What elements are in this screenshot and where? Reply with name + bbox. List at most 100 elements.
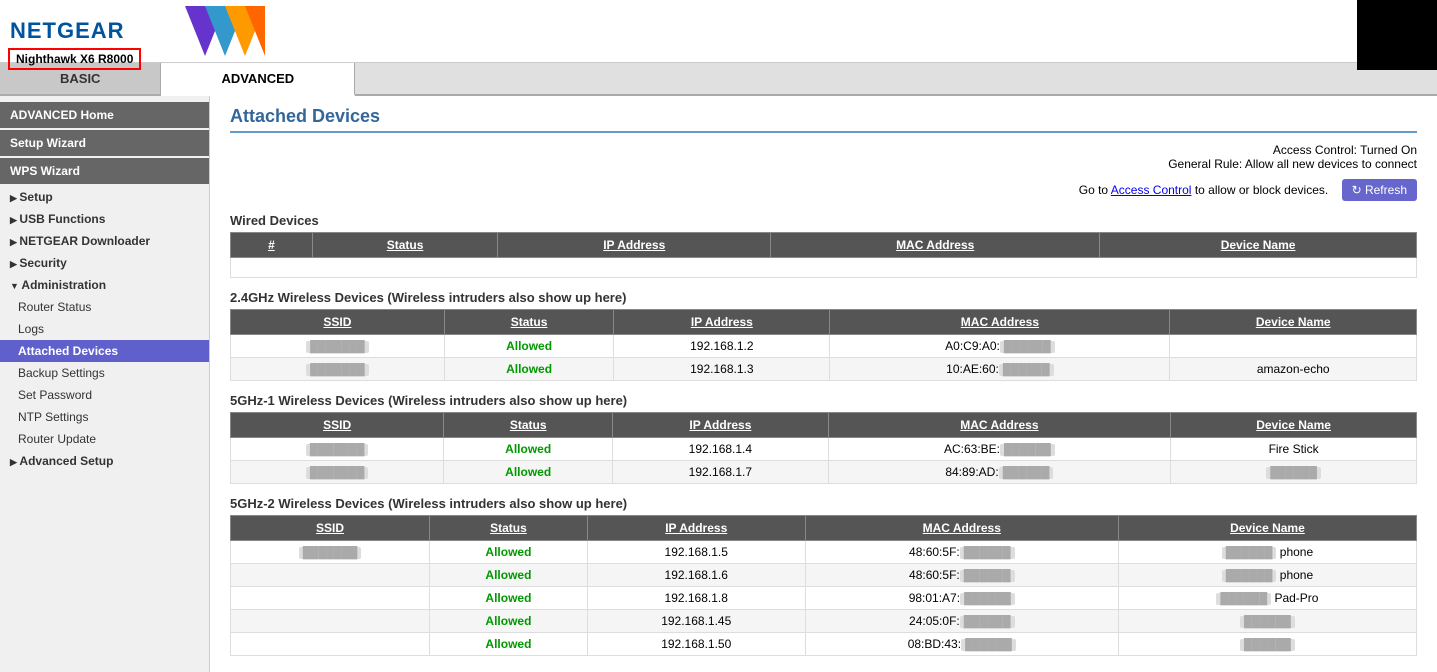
sidebar-item-ntp-settings[interactable]: NTP Settings [0,406,209,428]
refresh-label: Refresh [1365,183,1407,197]
logo-area: NETGEAR [10,18,125,44]
page-title: Attached Devices [230,106,1417,133]
cell-ssid: ███████ [231,335,445,358]
w5g2-col-mac: MAC Address [805,516,1118,541]
w5g1-col-mac: MAC Address [828,413,1171,438]
refresh-button[interactable]: ↻ Refresh [1342,179,1417,201]
sidebar-toggle-administration[interactable]: Administration [0,274,209,296]
cell-ssid: ███████ [231,438,444,461]
cell-device-name: ██████ Pad-Pro [1118,587,1416,610]
sidebar-item-router-status[interactable]: Router Status [0,296,209,318]
table-row: Allowed192.168.1.5008:BD:43:████████████ [231,633,1417,656]
wired-col-num: # [231,233,313,258]
cell-status: Allowed [430,633,588,656]
access-status-line1: Access Control: Turned On [1168,143,1417,157]
access-control-suffix: to allow or block devices. [1195,183,1328,197]
cell-status: Allowed [430,610,588,633]
cell-ssid: ███████ [231,461,444,484]
sidebar-toggle-setup[interactable]: Setup [0,186,209,208]
w5g2-col-ip: IP Address [587,516,805,541]
cell-ssid: ███████ [231,358,445,381]
cell-device-name: Fire Stick [1171,438,1417,461]
tab-bar: BASIC ADVANCED [0,63,1437,96]
sidebar-item-set-password[interactable]: Set Password [0,384,209,406]
wired-empty-row [231,258,1417,278]
w5g2-col-name: Device Name [1118,516,1416,541]
sidebar-toggle-security[interactable]: Security [0,252,209,274]
access-control-text: Go to [1079,183,1108,197]
header-black-box [1357,0,1437,70]
cell-mac: A0:C9:A0:██████ [830,335,1170,358]
top-bar: Access Control: Turned On General Rule: … [230,143,1417,171]
cell-ssid: ███████ [231,541,430,564]
table-row: ███████Allowed192.168.1.784:89:AD:██████… [231,461,1417,484]
wireless-24-table: SSID Status IP Address MAC Address Devic… [230,309,1417,381]
cell-ssid [231,564,430,587]
logo-graphic [145,6,265,56]
sidebar-item-attached-devices[interactable]: Attached Devices [0,340,209,362]
sidebar-item-advanced-home[interactable]: ADVANCED Home [0,102,209,128]
cell-ip: 192.168.1.50 [587,633,805,656]
table-row: Allowed192.168.1.898:01:A7:████████████ … [231,587,1417,610]
cell-ssid [231,587,430,610]
cell-mac: 98:01:A7:██████ [805,587,1118,610]
cell-status: Allowed [444,358,613,381]
cell-status: Allowed [430,587,588,610]
sidebar: ADVANCED Home Setup Wizard WPS Wizard Se… [0,96,210,672]
cell-ip: 192.168.1.3 [614,358,830,381]
w24-col-mac: MAC Address [830,310,1170,335]
sidebar-toggle-advanced-setup[interactable]: Advanced Setup [0,450,209,472]
w5g1-col-ssid: SSID [231,413,444,438]
wired-section-title: Wired Devices [230,213,1417,228]
cell-ip: 192.168.1.7 [613,461,829,484]
w24-col-ssid: SSID [231,310,445,335]
sidebar-item-logs[interactable]: Logs [0,318,209,340]
access-status-line2: General Rule: Allow all new devices to c… [1168,157,1417,171]
cell-ssid [231,633,430,656]
cell-device-name [1170,335,1417,358]
cell-device-name: ██████ phone [1118,541,1416,564]
device-name: Nighthawk X6 R8000 [8,48,141,70]
cell-status: Allowed [444,461,613,484]
sidebar-item-setup-wizard[interactable]: Setup Wizard [0,130,209,156]
refresh-icon: ↻ [1352,183,1362,197]
access-control-link[interactable]: Access Control [1111,183,1192,197]
sidebar-item-wps-wizard[interactable]: WPS Wizard [0,158,209,184]
cell-device-name: ██████ [1118,610,1416,633]
w5g2-col-status: Status [430,516,588,541]
sidebar-item-backup-settings[interactable]: Backup Settings [0,362,209,384]
table-row: Allowed192.168.1.648:60:5F:████████████ … [231,564,1417,587]
wired-col-status: Status [312,233,497,258]
w24-col-name: Device Name [1170,310,1417,335]
cell-ip: 192.168.1.4 [613,438,829,461]
tab-advanced[interactable]: ADVANCED [161,63,355,96]
cell-ip: 192.168.1.5 [587,541,805,564]
cell-status: Allowed [430,541,588,564]
access-control-info: Access Control: Turned On General Rule: … [1168,143,1417,171]
wireless-24-section-title: 2.4GHz Wireless Devices (Wireless intrud… [230,290,1417,305]
cell-status: Allowed [444,335,613,358]
cell-mac: 08:BD:43:██████ [805,633,1118,656]
wired-col-name: Device Name [1100,233,1417,258]
w24-col-ip: IP Address [614,310,830,335]
sidebar-item-router-update[interactable]: Router Update [0,428,209,450]
cell-ip: 192.168.1.45 [587,610,805,633]
cell-device-name: amazon-echo [1170,358,1417,381]
cell-ip: 192.168.1.8 [587,587,805,610]
cell-device-name: ██████ [1171,461,1417,484]
cell-ip: 192.168.1.6 [587,564,805,587]
wired-table: # Status IP Address MAC Address Device N… [230,232,1417,278]
wired-col-mac: MAC Address [771,233,1100,258]
sidebar-toggle-downloader[interactable]: NETGEAR Downloader [0,230,209,252]
w24-col-status: Status [444,310,613,335]
table-row: ███████Allowed192.168.1.4AC:63:BE:██████… [231,438,1417,461]
cell-device-name: ██████ [1118,633,1416,656]
cell-mac: 48:60:5F:██████ [805,541,1118,564]
cell-device-name: ██████ phone [1118,564,1416,587]
wireless-5g1-table: SSID Status IP Address MAC Address Devic… [230,412,1417,484]
cell-ip: 192.168.1.2 [614,335,830,358]
wireless-5g2-table: SSID Status IP Address MAC Address Devic… [230,515,1417,656]
sidebar-toggle-usb[interactable]: USB Functions [0,208,209,230]
logo: NETGEAR [10,18,125,44]
content-area: Attached Devices Access Control: Turned … [210,96,1437,672]
